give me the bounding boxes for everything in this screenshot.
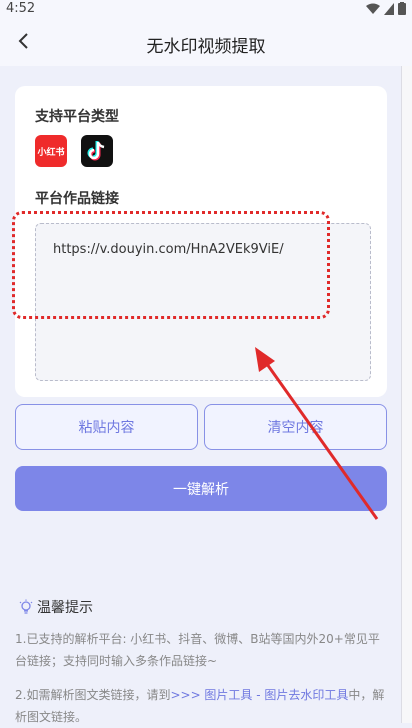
link-title: 平台作品链接 (35, 191, 119, 207)
tip-line-1: 1.已支持的解析平台: 小红书、抖音、微博、B站等国内外20+常见平台链接；支持… (15, 632, 380, 668)
tip-line-2-prefix: 2.如需解析图文类链接，请到 (15, 688, 171, 702)
douyin-logo (81, 135, 113, 167)
xiaohongshu-logo-text: 小红书 (37, 147, 65, 158)
paste-button[interactable]: 粘贴内容 (15, 404, 198, 450)
clear-button[interactable]: 清空内容 (204, 404, 387, 450)
app-header: 无水印视频提取 (0, 20, 412, 66)
battery-icon (398, 2, 406, 15)
parse-button[interactable]: 一键解析 (15, 466, 387, 511)
status-bar: 4:52 (0, 0, 412, 20)
annotation-highlight-box (12, 211, 330, 319)
tips-title: 温馨提示 (37, 600, 93, 616)
lightbulb-icon (19, 599, 33, 614)
page-title: 无水印视频提取 (146, 37, 266, 57)
xiaohongshu-logo: 小红书 (35, 135, 67, 167)
status-time: 4:52 (6, 1, 36, 16)
status-icons (366, 2, 406, 15)
wifi-icon (366, 3, 380, 14)
platforms-title: 支持平台类型 (35, 109, 119, 125)
tips-header: 温馨提示 (18, 597, 93, 617)
background-window-edge (401, 66, 412, 723)
tiktok-note-icon (87, 141, 105, 161)
tip-line-2: 2.如需解析图文类链接，请到>>> 图片工具 - 图片去水印工具中，解析图文链接… (15, 684, 385, 728)
signal-icon (384, 2, 394, 15)
image-tool-link[interactable]: >>> 图片工具 - 图片去水印工具 (170, 688, 348, 702)
